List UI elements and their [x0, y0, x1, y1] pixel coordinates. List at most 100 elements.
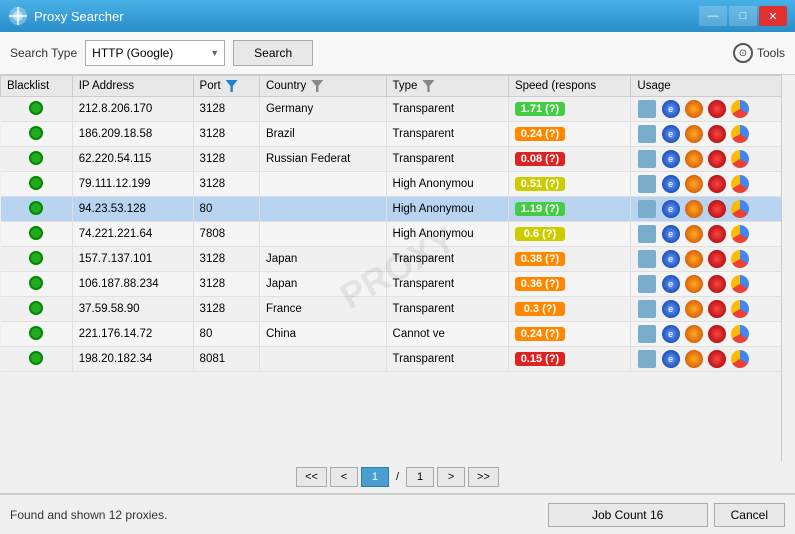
opera-icon[interactable] — [708, 300, 726, 318]
usage-cell[interactable]: e — [631, 347, 795, 372]
chrome-icon[interactable] — [731, 275, 749, 293]
opera-icon[interactable] — [708, 100, 726, 118]
total-pages-button[interactable]: 1 — [406, 467, 434, 487]
port-filter-icon[interactable] — [226, 80, 238, 92]
tools-button[interactable]: ⊙ Tools — [733, 43, 785, 63]
copy-icon[interactable] — [638, 100, 656, 118]
country-filter-icon[interactable] — [311, 80, 323, 92]
usage-cell[interactable]: e — [631, 197, 795, 222]
table-row[interactable]: 221.176.14.72 80 China Cannot ve 0.24 (?… — [1, 322, 795, 347]
table-row[interactable]: 37.59.58.90 3128 France Transparent 0.3 … — [1, 297, 795, 322]
opera-icon[interactable] — [708, 125, 726, 143]
chrome-icon[interactable] — [731, 150, 749, 168]
speed-cell: 0.6 (?) — [508, 222, 630, 247]
chrome-icon[interactable] — [731, 100, 749, 118]
copy-icon[interactable] — [638, 250, 656, 268]
chrome-icon[interactable] — [731, 200, 749, 218]
copy-icon[interactable] — [638, 225, 656, 243]
country-cell: France — [259, 297, 386, 322]
usage-cell[interactable]: e — [631, 147, 795, 172]
chrome-icon[interactable] — [731, 350, 749, 368]
usage-cell[interactable]: e — [631, 297, 795, 322]
opera-icon[interactable] — [708, 175, 726, 193]
ie-icon[interactable]: e — [662, 100, 680, 118]
usage-cell[interactable]: e — [631, 247, 795, 272]
ie-icon[interactable]: e — [662, 200, 680, 218]
copy-icon[interactable] — [638, 200, 656, 218]
ie-icon[interactable]: e — [662, 325, 680, 343]
opera-icon[interactable] — [708, 325, 726, 343]
chrome-icon[interactable] — [731, 325, 749, 343]
chrome-icon[interactable] — [731, 225, 749, 243]
table-row[interactable]: 74.221.221.64 7808 High Anonymou 0.6 (?)… — [1, 222, 795, 247]
next-page-button[interactable]: > — [437, 467, 465, 487]
ie-icon[interactable]: e — [662, 150, 680, 168]
table-row[interactable]: 79.111.12.199 3128 High Anonymou 0.51 (?… — [1, 172, 795, 197]
usage-cell[interactable]: e — [631, 272, 795, 297]
ie-icon[interactable]: e — [662, 275, 680, 293]
usage-cell[interactable]: e — [631, 122, 795, 147]
ie-icon[interactable]: e — [662, 300, 680, 318]
search-type-select[interactable]: HTTP (Google) HTTPS SOCKS4 SOCKS5 — [85, 40, 225, 66]
table-row[interactable]: 94.23.53.128 80 High Anonymou 1.19 (?) e — [1, 197, 795, 222]
firefox-icon[interactable] — [685, 300, 703, 318]
usage-cell[interactable]: e — [631, 222, 795, 247]
opera-icon[interactable] — [708, 350, 726, 368]
title-bar: Proxy Searcher — □ ✕ — [0, 0, 795, 32]
table-row[interactable]: 157.7.137.101 3128 Japan Transparent 0.3… — [1, 247, 795, 272]
table-row[interactable]: 106.187.88.234 3128 Japan Transparent 0.… — [1, 272, 795, 297]
opera-icon[interactable] — [708, 200, 726, 218]
opera-icon[interactable] — [708, 150, 726, 168]
current-page-button[interactable]: 1 — [361, 467, 389, 487]
copy-icon[interactable] — [638, 125, 656, 143]
copy-icon[interactable] — [638, 325, 656, 343]
close-button[interactable]: ✕ — [759, 6, 787, 26]
ie-icon[interactable]: e — [662, 350, 680, 368]
prev-page-button[interactable]: < — [330, 467, 358, 487]
scrollbar[interactable] — [781, 75, 795, 461]
ie-icon[interactable]: e — [662, 125, 680, 143]
ie-icon[interactable]: e — [662, 175, 680, 193]
minimize-button[interactable]: — — [699, 6, 727, 26]
chrome-icon[interactable] — [731, 300, 749, 318]
chrome-icon[interactable] — [731, 250, 749, 268]
opera-icon[interactable] — [708, 250, 726, 268]
copy-icon[interactable] — [638, 150, 656, 168]
table-row[interactable]: 212.8.206.170 3128 Germany Transparent 1… — [1, 97, 795, 122]
firefox-icon[interactable] — [685, 225, 703, 243]
usage-cell[interactable]: e — [631, 172, 795, 197]
chrome-icon[interactable] — [731, 125, 749, 143]
type-filter-icon[interactable] — [422, 80, 434, 92]
maximize-button[interactable]: □ — [729, 6, 757, 26]
ie-icon[interactable]: e — [662, 225, 680, 243]
firefox-icon[interactable] — [685, 325, 703, 343]
firefox-icon[interactable] — [685, 150, 703, 168]
firefox-icon[interactable] — [685, 100, 703, 118]
copy-icon[interactable] — [638, 350, 656, 368]
port-cell: 3128 — [193, 247, 259, 272]
opera-icon[interactable] — [708, 275, 726, 293]
table-row[interactable]: 198.20.182.34 8081 Transparent 0.15 (?) … — [1, 347, 795, 372]
firefox-icon[interactable] — [685, 125, 703, 143]
last-page-button[interactable]: >> — [468, 467, 499, 487]
copy-icon[interactable] — [638, 300, 656, 318]
usage-cell[interactable]: e — [631, 322, 795, 347]
firefox-icon[interactable] — [685, 350, 703, 368]
firefox-icon[interactable] — [685, 275, 703, 293]
job-count-button[interactable]: Job Count 16 — [548, 503, 708, 527]
firefox-icon[interactable] — [685, 175, 703, 193]
table-row[interactable]: 62.220.54.115 3128 Russian Federat Trans… — [1, 147, 795, 172]
firefox-icon[interactable] — [685, 250, 703, 268]
firefox-icon[interactable] — [685, 200, 703, 218]
search-type-wrapper[interactable]: HTTP (Google) HTTPS SOCKS4 SOCKS5 — [85, 40, 225, 66]
chrome-icon[interactable] — [731, 175, 749, 193]
opera-icon[interactable] — [708, 225, 726, 243]
usage-cell[interactable]: e — [631, 97, 795, 122]
copy-icon[interactable] — [638, 175, 656, 193]
search-button[interactable]: Search — [233, 40, 313, 66]
copy-icon[interactable] — [638, 275, 656, 293]
ie-icon[interactable]: e — [662, 250, 680, 268]
table-row[interactable]: 186.209.18.58 3128 Brazil Transparent 0.… — [1, 122, 795, 147]
first-page-button[interactable]: << — [296, 467, 327, 487]
cancel-button[interactable]: Cancel — [714, 503, 785, 527]
